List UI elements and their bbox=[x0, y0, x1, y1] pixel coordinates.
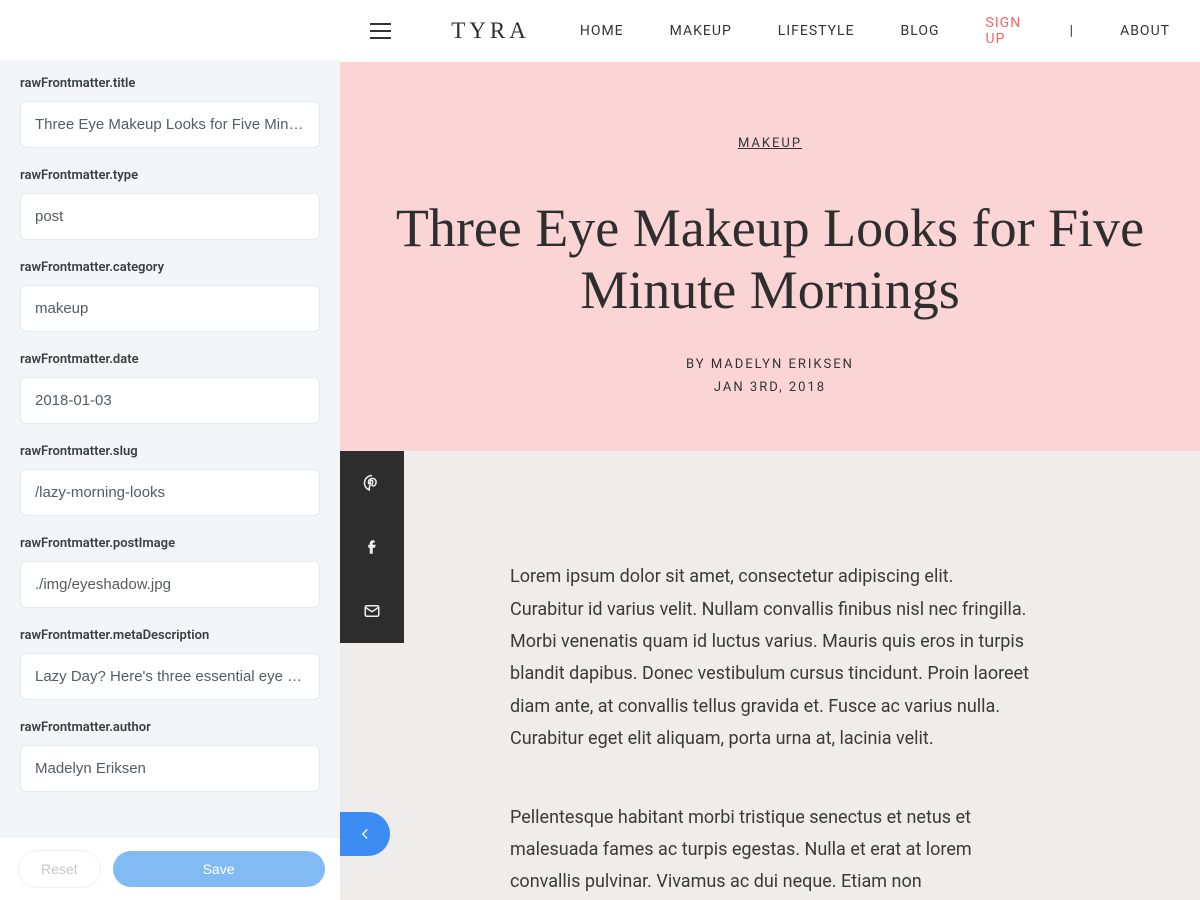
field-label: rawFrontmatter.author bbox=[20, 720, 320, 735]
post-category-link[interactable]: MAKEUP bbox=[738, 136, 802, 151]
post-hero: MAKEUP Three Eye Makeup Looks for Five M… bbox=[340, 62, 1200, 451]
nav-item[interactable]: ABOUT bbox=[1120, 23, 1170, 39]
editor-field: rawFrontmatter.postImage bbox=[20, 536, 320, 608]
editor-actions: Reset Save bbox=[0, 837, 340, 900]
post-date: JAN 3RD, 2018 bbox=[380, 380, 1160, 395]
editor-field: rawFrontmatter.slug bbox=[20, 444, 320, 516]
field-input[interactable] bbox=[20, 377, 320, 424]
field-input[interactable] bbox=[20, 561, 320, 608]
chevron-left-icon bbox=[356, 825, 374, 843]
post-title: Three Eye Makeup Looks for Five Minute M… bbox=[380, 197, 1160, 321]
editor-field: rawFrontmatter.author bbox=[20, 720, 320, 792]
editor-field: rawFrontmatter.metaDescription bbox=[20, 628, 320, 700]
field-label: rawFrontmatter.postImage bbox=[20, 536, 320, 551]
share-email-button[interactable] bbox=[340, 579, 404, 643]
share-facebook-button[interactable] bbox=[340, 515, 404, 579]
editor-fields-scroll[interactable]: rawFrontmatter.title rawFrontmatter.type r… bbox=[0, 60, 340, 837]
editor-field: rawFrontmatter.title bbox=[20, 76, 320, 148]
nav-item[interactable]: MAKEUP bbox=[670, 23, 732, 39]
field-input[interactable] bbox=[20, 469, 320, 516]
facebook-icon bbox=[363, 538, 381, 556]
nav-item[interactable]: BLOG bbox=[901, 23, 940, 39]
field-input[interactable] bbox=[20, 193, 320, 240]
editor-field: rawFrontmatter.type bbox=[20, 168, 320, 240]
field-label: rawFrontmatter.slug bbox=[20, 444, 320, 459]
hamburger-icon[interactable] bbox=[370, 23, 391, 39]
reset-button[interactable]: Reset bbox=[18, 850, 101, 888]
post-content: Lorem ipsum dolor sit amet, consectetur … bbox=[340, 451, 1200, 899]
pinterest-icon bbox=[363, 474, 381, 492]
editor-field: rawFrontmatter.category bbox=[20, 260, 320, 332]
nav-item[interactable]: HOME bbox=[580, 23, 624, 39]
editor-field: rawFrontmatter.date bbox=[20, 352, 320, 424]
preview-pane: TYRA HOME MAKEUP LIFESTYLE BLOG SIGN UP | ABOU… bbox=[340, 0, 1200, 900]
field-input[interactable] bbox=[20, 285, 320, 332]
field-label: rawFrontmatter.title bbox=[20, 76, 320, 91]
site-header: TYRA HOME MAKEUP LIFESTYLE BLOG SIGN UP | ABOU… bbox=[340, 0, 1200, 62]
field-input[interactable] bbox=[20, 653, 320, 700]
mail-icon bbox=[363, 602, 381, 620]
sidebar-header-blank bbox=[0, 0, 340, 60]
field-label: rawFrontmatter.metaDescription bbox=[20, 628, 320, 643]
post-byline: BY MADELYN ERIKSEN bbox=[380, 357, 1160, 372]
save-button[interactable]: Save bbox=[113, 851, 325, 887]
post-paragraph: Lorem ipsum dolor sit amet, consectetur … bbox=[510, 561, 1030, 755]
field-input[interactable] bbox=[20, 745, 320, 792]
brand-logo[interactable]: TYRA bbox=[451, 18, 530, 44]
field-label: rawFrontmatter.type bbox=[20, 168, 320, 183]
social-share-rail bbox=[340, 451, 404, 643]
nav-item[interactable]: LIFESTYLE bbox=[778, 23, 855, 39]
collapse-sidebar-button[interactable] bbox=[340, 812, 390, 856]
editor-sidebar: rawFrontmatter.title rawFrontmatter.type r… bbox=[0, 0, 340, 900]
main-nav: HOME MAKEUP LIFESTYLE BLOG SIGN UP | ABOUT bbox=[580, 15, 1170, 47]
field-label: rawFrontmatter.date bbox=[20, 352, 320, 367]
nav-separator: | bbox=[1070, 23, 1074, 39]
post-paragraph: Pellentesque habitant morbi tristique se… bbox=[510, 802, 1030, 899]
field-label: rawFrontmatter.category bbox=[20, 260, 320, 275]
share-pinterest-button[interactable] bbox=[340, 451, 404, 515]
nav-item[interactable]: SIGN UP bbox=[986, 15, 1024, 47]
field-input[interactable] bbox=[20, 101, 320, 148]
